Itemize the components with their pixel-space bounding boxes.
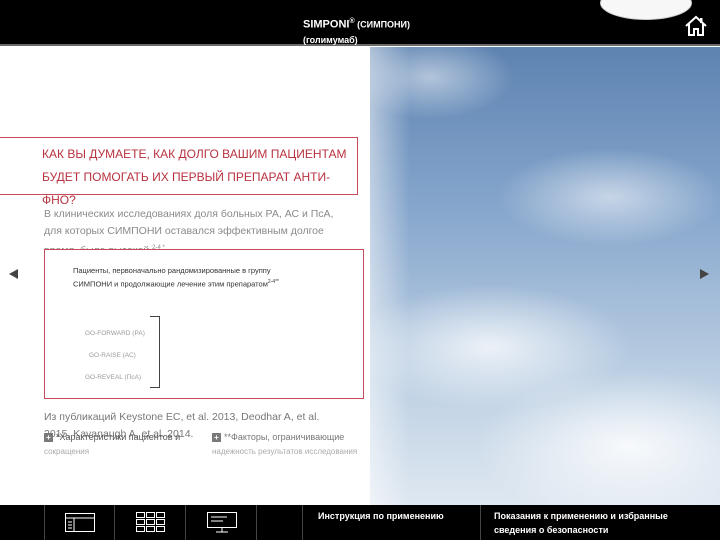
expander-wrap-1: сокращения (44, 447, 90, 456)
arrow-left-icon[interactable] (9, 269, 18, 279)
presentation-icon (207, 512, 237, 533)
patient-characteristics-expander[interactable]: + *Характеристики пациентов и сокращения (44, 429, 204, 458)
sky-background-image (370, 47, 720, 505)
list-view-icon (65, 513, 95, 532)
bottom-divider (480, 505, 481, 540)
brand-name-ru: (СИМПОНИ) (354, 19, 411, 30)
results-panel: Пациенты, первоначально рандомизированны… (44, 249, 364, 399)
grid-view-icon (136, 512, 165, 532)
arrow-right-icon[interactable] (700, 269, 709, 279)
question-line-1: КАК ВЫ ДУМАЕТЕ, КАК ДОЛГО ВАШИМ ПАЦИЕНТА… (42, 147, 347, 161)
question-heading: КАК ВЫ ДУМАЕТЕ, КАК ДОЛГО ВАШИМ ПАЦИЕНТА… (42, 143, 354, 212)
header-decoration (600, 0, 692, 20)
instructions-link[interactable]: Инструкция по применению (318, 509, 468, 523)
results-footnote-ref: 2-4** (267, 278, 279, 285)
bottom-bar: Инструкция по применению Показания к при… (0, 505, 720, 540)
plus-icon: + (44, 433, 53, 442)
product-title: SIMPONI® (СИМПОНИ) (голимумаб) (303, 14, 410, 48)
study-label-go-forward: GO-FORWARD (РА) (85, 330, 145, 337)
list-view-button[interactable] (45, 505, 115, 540)
presentation-button[interactable] (187, 505, 257, 540)
results-heading: Пациенты, первоначально рандомизированны… (73, 266, 303, 290)
expander-label-2: **Факторы, ограничивающие (224, 432, 345, 442)
inn-name: (голимумаб) (303, 34, 358, 45)
top-bar: SIMPONI® (СИМПОНИ) (голимумаб) (0, 0, 720, 46)
bottom-spacer (258, 505, 303, 540)
limiting-factors-expander[interactable]: + **Факторы, ограничивающие надежность ре… (212, 429, 372, 458)
expander-wrap-2: надежность результатов исследования (212, 447, 358, 456)
study-label-go-reveal: GO-REVEAL (ПсА) (85, 374, 142, 381)
expander-label-1: *Характеристики пациентов и (56, 432, 181, 442)
brand-name: SIMPONI (303, 18, 350, 31)
home-icon (685, 15, 707, 36)
results-heading-text: Пациенты, первоначально рандомизированны… (73, 266, 271, 288)
plus-icon: + (212, 433, 221, 442)
study-label-go-raise: GO-RAISE (АС) (89, 352, 136, 359)
study-bracket (150, 316, 160, 388)
indications-link[interactable]: Показания к применению и избранные сведе… (494, 509, 699, 537)
home-button[interactable] (683, 14, 709, 38)
question-line-2: БУДЕТ ПОМОГАТЬ ИХ ПЕРВЫЙ ПРЕПАРАТ АНТИ-Ф… (42, 170, 331, 207)
grid-view-button[interactable] (116, 505, 186, 540)
